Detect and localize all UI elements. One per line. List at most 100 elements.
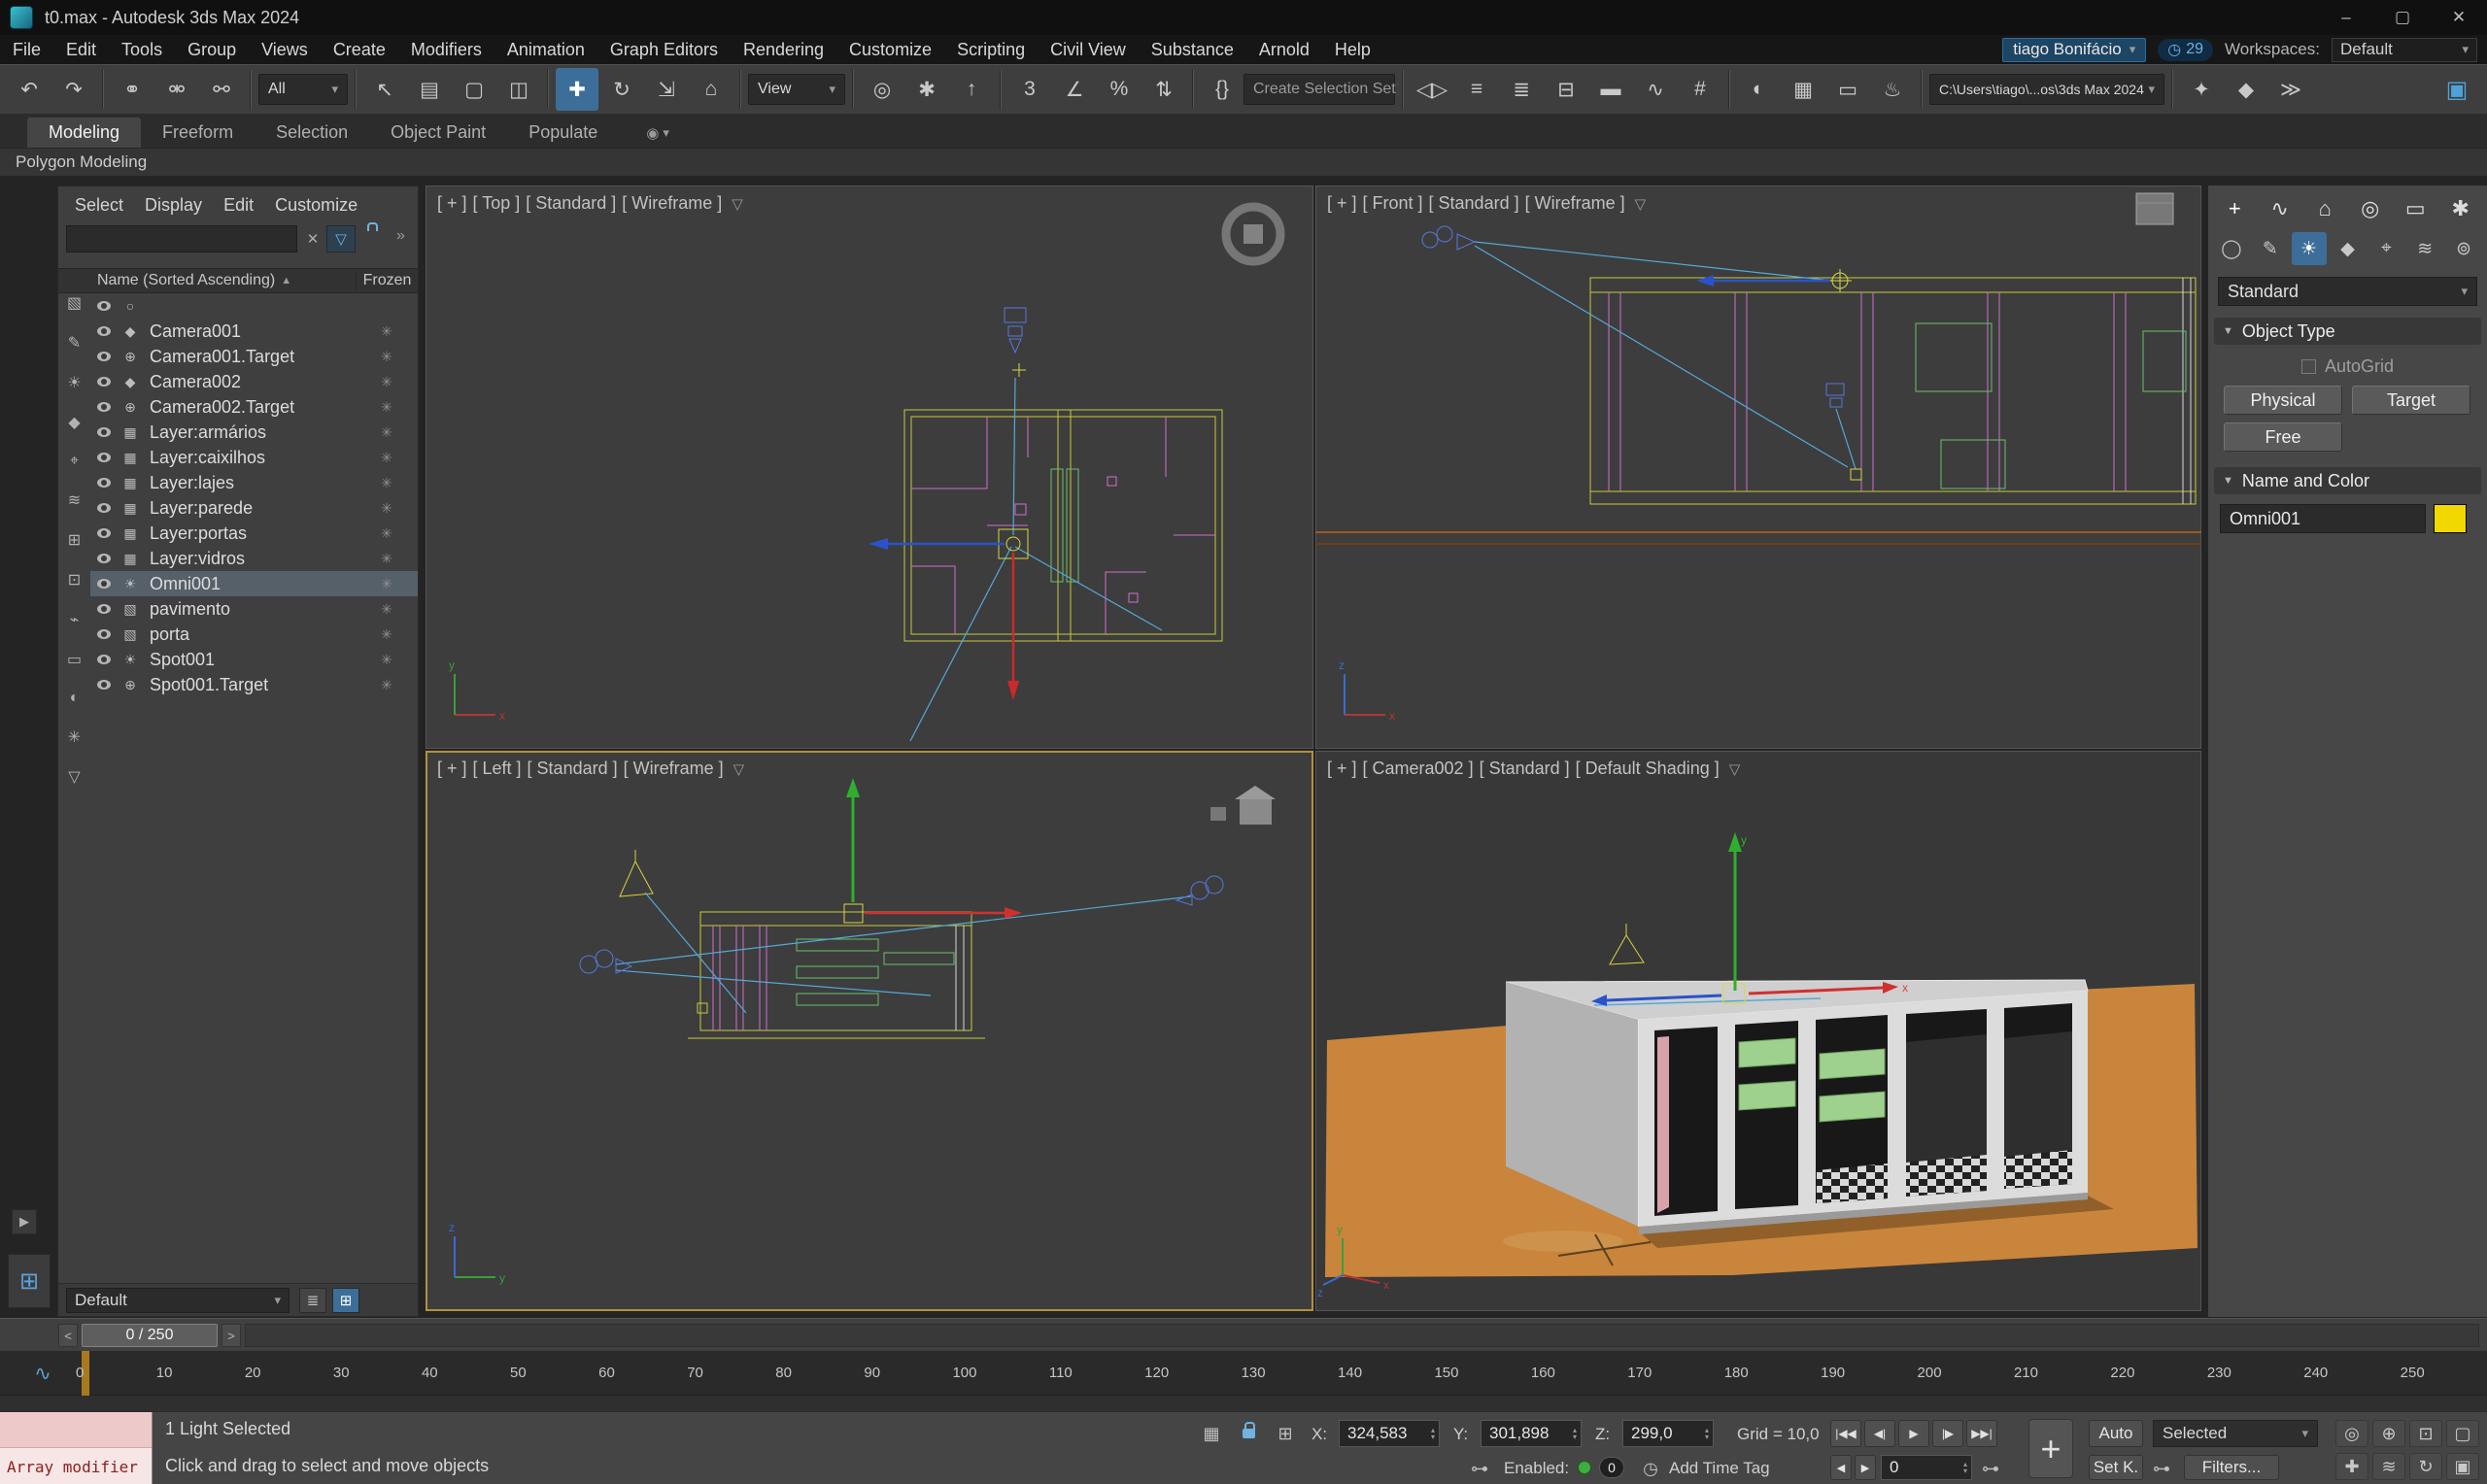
display-bones-icon[interactable]: ⌁ — [70, 610, 80, 629]
zoom-extents-icon[interactable]: ⊡ — [2409, 1420, 2442, 1447]
menu-item[interactable]: Help — [1322, 35, 1383, 64]
zoom-region-icon[interactable]: ▢ — [2446, 1420, 2479, 1447]
visibility-eye-icon[interactable] — [97, 427, 111, 437]
schematic-view-icon[interactable]: # — [1679, 68, 1721, 111]
ribbon-tab[interactable]: Selection — [255, 118, 369, 148]
visibility-eye-icon[interactable] — [97, 301, 111, 311]
align-icon[interactable]: ≡ — [1455, 68, 1498, 111]
menu-item[interactable]: Substance — [1139, 35, 1246, 64]
menu-item[interactable]: Civil View — [1038, 35, 1139, 64]
viewport-menu-view[interactable]: [ Camera002 ] — [1363, 759, 1474, 779]
select-and-scale-icon[interactable]: ⇲ — [645, 68, 688, 111]
physical-light-button[interactable]: Physical — [2224, 386, 2342, 415]
viewport-menu-view[interactable]: [ Left ] — [473, 759, 522, 779]
edit-named-selection-sets-icon[interactable]: {} — [1201, 68, 1244, 111]
keyboard-override-icon[interactable]: ↑ — [950, 68, 993, 111]
previous-frame-button[interactable]: ◀| — [1864, 1420, 1895, 1447]
viewport-camera[interactable]: [ + ] [ Camera002 ] [ Standard ] [ Defau… — [1315, 751, 2201, 1311]
absolute-mode-icon[interactable]: ⊞ — [1271, 1420, 1300, 1447]
viewport-menu-shading[interactable]: [ Wireframe ] — [624, 759, 724, 779]
ribbon-tab[interactable]: Populate — [507, 118, 619, 148]
frozen-icon[interactable]: ✳ — [356, 323, 418, 340]
spinner-icon[interactable]: ▴▾ — [1573, 1427, 1577, 1440]
visibility-eye-icon[interactable] — [97, 604, 111, 614]
walk-through-icon[interactable]: ≋ — [2372, 1453, 2405, 1480]
list-item[interactable]: ○ — [90, 293, 418, 319]
undo-icon[interactable]: ↶ — [8, 68, 51, 111]
viewport-left[interactable]: [ + ] [ Left ] [ Standard ] [ Wireframe … — [426, 751, 1313, 1311]
viewport-menu-renderer[interactable]: [ Standard ] — [528, 759, 618, 779]
window-crossing-icon[interactable]: ◫ — [497, 68, 540, 111]
mirror-icon[interactable]: ◁▷ — [1411, 68, 1453, 111]
project-folder-dropdown[interactable]: C:\Users\tiago\...os\3ds Max 2024 ▾ — [1929, 74, 2164, 105]
viewport-menu-view[interactable]: [ Front ] — [1363, 193, 1423, 214]
ribbon-config-button[interactable]: ◉ ▾ — [646, 124, 669, 148]
time-tag-clock-icon[interactable]: ◷ — [1638, 1455, 1663, 1482]
list-item[interactable]: ▧ porta ✳ — [90, 622, 418, 647]
reference-coordinate-dropdown[interactable]: View ▾ — [748, 74, 845, 105]
go-to-start-button[interactable]: |◀◀ — [1830, 1420, 1861, 1447]
display-geometry-icon[interactable]: ▧ — [67, 293, 82, 313]
toolbar-overflow-chevron[interactable]: ≫ — [2269, 68, 2312, 111]
list-item[interactable]: ☀ Spot001 ✳ — [90, 647, 418, 672]
search-input[interactable] — [66, 225, 297, 253]
toggle-ribbon-icon[interactable]: ▬ — [1589, 68, 1632, 111]
viewport-menu-view[interactable]: [ Top ] — [473, 193, 521, 214]
list-item[interactable]: ⊕ Camera002.Target ✳ — [90, 394, 418, 420]
frozen-icon[interactable]: ✳ — [356, 551, 418, 567]
frozen-icon[interactable]: ✳ — [356, 677, 418, 693]
selection-filter-dropdown[interactable]: All ▾ — [258, 74, 348, 105]
visibility-eye-icon[interactable] — [97, 554, 111, 563]
angle-snap-icon[interactable]: ∠ — [1053, 68, 1096, 111]
spinner-snap-icon[interactable]: ⇅ — [1142, 68, 1185, 111]
menu-item[interactable]: Group — [175, 35, 249, 64]
key-filter-icon[interactable]: ⊶ — [2149, 1455, 2174, 1482]
rectangular-selection-region-icon[interactable]: ▢ — [453, 68, 495, 111]
motion-tab-icon[interactable]: ◎ — [2348, 189, 2394, 228]
visibility-eye-icon[interactable] — [97, 326, 111, 336]
go-to-end-button[interactable]: ▶▶| — [1966, 1420, 1997, 1447]
display-shapes-icon[interactable]: ✎ — [68, 333, 81, 353]
select-and-rotate-icon[interactable]: ↻ — [600, 68, 643, 111]
geometry-category-icon[interactable]: ◯ — [2214, 232, 2249, 265]
maximize-button[interactable]: ▢ — [2374, 0, 2431, 35]
light-type-dropdown[interactable]: Standard ▾ — [2218, 277, 2477, 306]
zoom-all-icon[interactable]: ⊕ — [2372, 1420, 2405, 1447]
next-frame-button[interactable]: |▶ — [1932, 1420, 1963, 1447]
current-frame-field[interactable]: 0 ▴▾ — [1881, 1455, 1972, 1480]
listener-field[interactable]: Array modifier — [0, 1448, 152, 1484]
menu-item[interactable]: Edit — [213, 195, 264, 216]
ribbon-tab[interactable]: Freeform — [141, 118, 255, 148]
spinner-icon[interactable]: ▴▾ — [1431, 1427, 1435, 1440]
visibility-eye-icon[interactable] — [97, 655, 111, 664]
lights-category-icon[interactable]: ☀ — [2292, 232, 2327, 265]
list-item[interactable]: ▦ Layer:lajes ✳ — [90, 470, 418, 495]
object-type-rollout[interactable]: ▼ Object Type — [2214, 318, 2481, 345]
viewcube[interactable] — [2136, 193, 2173, 224]
visibility-eye-icon[interactable] — [97, 680, 111, 690]
per-viewport-filter-icon[interactable]: ▽ — [1729, 760, 1741, 778]
z-coordinate-field[interactable]: 299,0 ▴▾ — [1622, 1420, 1714, 1447]
frozen-icon[interactable]: ✳ — [356, 576, 418, 592]
per-viewport-filter-icon[interactable]: ▽ — [732, 195, 743, 213]
list-item[interactable]: ⊕ Spot001.Target ✳ — [90, 672, 418, 697]
frozen-icon[interactable]: ✳ — [356, 626, 418, 643]
target-light-button[interactable]: Target — [2352, 386, 2470, 415]
visibility-eye-icon[interactable] — [97, 352, 111, 361]
rendered-frame-window-icon[interactable]: ▭ — [1826, 68, 1869, 111]
enabled-status-dot[interactable] — [1578, 1461, 1591, 1474]
frozen-icon[interactable]: ✳ — [356, 652, 418, 668]
display-tab-icon[interactable]: ▭ — [2393, 189, 2438, 228]
ribbon-tab[interactable]: Modeling — [27, 118, 141, 148]
object-color-swatch[interactable] — [2434, 504, 2467, 533]
space-warps-category-icon[interactable]: ≋ — [2407, 232, 2442, 265]
remote-render-icon[interactable]: ▣ — [2435, 68, 2479, 111]
ribbon-tab[interactable]: Object Paint — [369, 118, 507, 148]
list-item[interactable]: ◆ Camera001 ✳ — [90, 319, 418, 344]
workspace-dropdown[interactable]: Default ▾ — [2332, 38, 2477, 62]
menu-item[interactable]: Customize — [836, 35, 944, 64]
frame-forward-button[interactable]: ▶ — [1855, 1455, 1876, 1480]
extra-tool-icon-1[interactable]: ✦ — [2180, 68, 2223, 111]
selection-lock-icon[interactable] — [1234, 1420, 1263, 1447]
ribbon-panel-bar[interactable]: Polygon Modeling — [0, 148, 2487, 176]
